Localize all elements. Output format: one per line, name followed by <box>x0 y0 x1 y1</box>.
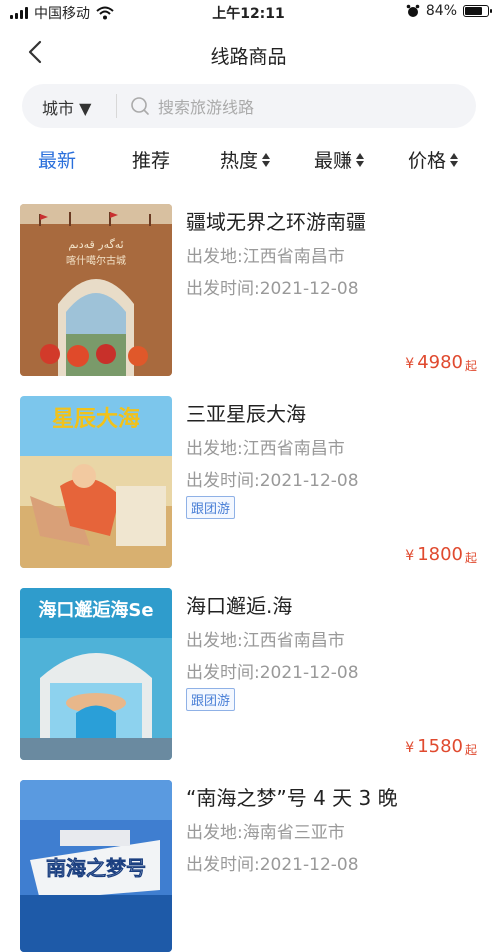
tour-type-badge: 跟团游 <box>186 688 236 711</box>
product-date: 出发时间:2021-12-08 <box>186 855 359 875</box>
product-thumbnail: 南海之梦号 <box>20 780 172 952</box>
sort-popularity[interactable]: 热度 <box>220 146 271 173</box>
sort-recommended[interactable]: 推荐 <box>132 146 170 173</box>
product-title: 疆域无界之环游南疆 <box>186 210 366 234</box>
product-date: 出发时间:2021-12-08 <box>186 471 359 491</box>
thumbnail-text: 南海之梦号 <box>46 856 146 880</box>
currency-symbol: ¥ <box>405 356 415 372</box>
sort-arrows-icon <box>262 152 271 167</box>
page-title: 线路商品 <box>210 46 287 68</box>
sort-label: 最赚 <box>314 150 353 172</box>
battery-percent: 84% <box>425 3 457 19</box>
price-suffix: 起 <box>464 743 477 757</box>
sort-bar: 最新 推荐 热度 最赚 价格 <box>0 140 497 176</box>
product-title: 三亚星辰大海 <box>186 402 306 426</box>
product-title: 海口邂逅.海 <box>186 594 293 618</box>
currency-symbol: ¥ <box>405 548 415 564</box>
battery-icon <box>463 5 492 17</box>
product-thumbnail: 星辰大海 <box>20 396 172 568</box>
product-card[interactable]: ﺋﻪﮔﻪﺭ ﻗﻪﺩﯨﻢ 喀什噶尔古城 疆域无界之环游南疆 出发地:江西省南昌市 … <box>0 196 497 376</box>
alarm-icon <box>406 4 420 17</box>
product-card[interactable]: 海口邂逅海Se 海口邂逅.海 出发地:江西省南昌市 出发时间:2021-12-0… <box>0 580 497 760</box>
thumbnail-text: 海口邂逅海Se <box>38 599 153 621</box>
thumbnail-text: ﺋﻪﮔﻪﺭ ﻗﻪﺩﯨﻢ <box>68 238 123 251</box>
product-price: ¥1580 <box>405 736 463 757</box>
sort-profit[interactable]: 最赚 <box>314 146 365 173</box>
product-title: “南海之梦”号 4 天 3 晚 <box>186 786 398 810</box>
product-origin: 出发地:江西省南昌市 <box>186 631 345 651</box>
sort-label: 热度 <box>220 150 259 172</box>
product-origin: 出发地:江西省南昌市 <box>186 439 345 459</box>
product-thumbnail: 海口邂逅海Se <box>20 588 172 760</box>
sort-newest[interactable]: 最新 <box>38 146 76 173</box>
sort-label: 最新 <box>38 150 77 172</box>
city-select[interactable]: 城市 ▼ <box>42 95 91 119</box>
price-suffix: 起 <box>464 359 477 373</box>
product-price: ¥4980 <box>405 352 463 373</box>
sort-arrows-icon <box>450 152 459 167</box>
price-value: 4980 <box>417 352 463 373</box>
product-price: ¥1800 <box>405 544 463 565</box>
sort-arrows-icon <box>356 152 365 167</box>
status-right: 84% <box>406 3 492 19</box>
thumbnail-text: 星辰大海 <box>52 406 140 432</box>
sort-label: 价格 <box>408 150 447 172</box>
price-suffix: 起 <box>464 551 477 565</box>
product-card[interactable]: 星辰大海 三亚星辰大海 出发地:江西省南昌市 出发时间:2021-12-08 跟… <box>0 388 497 568</box>
price-value: 1800 <box>417 544 463 565</box>
product-card[interactable]: 南海之梦号 “南海之梦”号 4 天 3 晚 出发地:海南省三亚市 出发时间:20… <box>0 772 497 952</box>
search-bar: 城市 ▼ <box>22 84 476 128</box>
battery-fill <box>465 7 482 15</box>
product-origin: 出发地:海南省三亚市 <box>186 823 345 843</box>
product-thumbnail: ﺋﻪﮔﻪﺭ ﻗﻪﺩﯨﻢ 喀什噶尔古城 <box>20 204 172 376</box>
sort-label: 推荐 <box>132 150 171 172</box>
search-input[interactable] <box>156 90 460 124</box>
status-bar: 中国移动 上午12:11 84% <box>0 0 497 24</box>
product-date: 出发时间:2021-12-08 <box>186 279 359 299</box>
price-value: 1580 <box>417 736 463 757</box>
thumbnail-text: 喀什噶尔古城 <box>66 254 126 267</box>
product-date: 出发时间:2021-12-08 <box>186 663 359 683</box>
nav-bar: 线路商品 <box>0 28 497 80</box>
tour-type-badge: 跟团游 <box>186 496 236 519</box>
product-origin: 出发地:江西省南昌市 <box>186 247 345 267</box>
search-divider <box>116 94 117 118</box>
search-icon <box>131 97 149 115</box>
currency-symbol: ¥ <box>405 740 415 756</box>
sort-price[interactable]: 价格 <box>408 146 459 173</box>
